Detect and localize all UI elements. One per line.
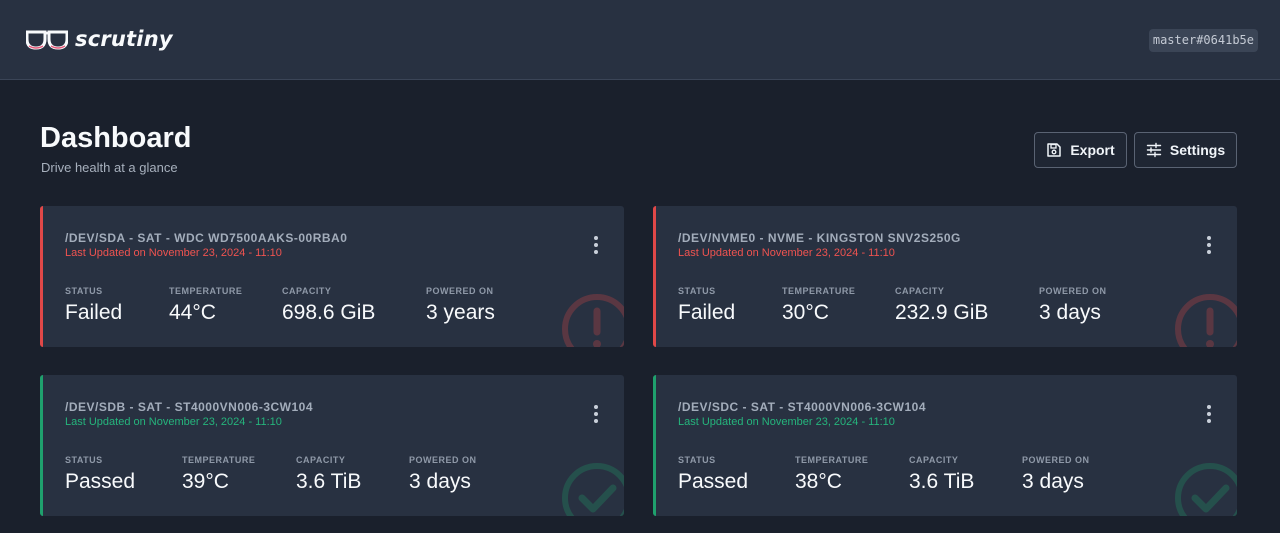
powered-on-value: 3 years <box>426 301 495 324</box>
logo[interactable]: scrutiny <box>26 26 173 54</box>
stat-label: POWERED ON <box>409 455 477 465</box>
alert-circle-icon <box>1175 294 1237 347</box>
drive-title[interactable]: /DEV/SDC - SAT - ST4000VN006-3CW104 <box>678 400 926 414</box>
stat-label: TEMPERATURE <box>169 286 243 296</box>
settings-button-label: Settings <box>1169 142 1226 158</box>
top-bar: scrutiny master#0641b5e <box>0 0 1280 80</box>
capacity-value: 698.6 GiB <box>282 301 376 324</box>
stat-temperature: TEMPERATURE 39°C <box>182 455 255 494</box>
stat-temperature: TEMPERATURE 44°C <box>169 286 242 325</box>
status-stripe <box>40 206 43 347</box>
status-stripe <box>653 375 656 516</box>
last-updated: Last Updated on November 23, 2024 - 11:1… <box>678 247 895 259</box>
drive-title[interactable]: /DEV/SDA - SAT - WDC WD7500AAKS-00RBA0 <box>65 231 347 245</box>
page-subtitle: Drive health at a glance <box>41 160 178 175</box>
powered-on-value: 3 days <box>1039 301 1101 324</box>
more-options-icon[interactable] <box>590 236 602 254</box>
stat-capacity: CAPACITY 3.6 TiB <box>909 455 974 494</box>
stat-label: CAPACITY <box>282 286 332 296</box>
stat-capacity: CAPACITY 232.9 GiB <box>895 286 988 325</box>
stat-label: POWERED ON <box>426 286 494 296</box>
status-stripe <box>653 206 656 347</box>
drive-card[interactable]: /DEV/SDC - SAT - ST4000VN006-3CW104 Last… <box>653 375 1237 516</box>
last-updated: Last Updated on November 23, 2024 - 11:1… <box>65 416 282 428</box>
stat-capacity: CAPACITY 698.6 GiB <box>282 286 375 325</box>
capacity-value: 232.9 GiB <box>895 301 989 324</box>
stat-label: STATUS <box>678 455 716 465</box>
check-circle-icon <box>562 463 624 516</box>
last-updated: Last Updated on November 23, 2024 - 11:1… <box>678 416 895 428</box>
drive-card[interactable]: /DEV/NVME0 - NVME - KINGSTON SNV2S250G L… <box>653 206 1237 347</box>
more-options-icon[interactable] <box>590 405 602 423</box>
temperature-value: 44°C <box>169 301 216 324</box>
sliders-icon <box>1146 142 1162 158</box>
last-updated: Last Updated on November 23, 2024 - 11:1… <box>65 247 282 259</box>
capacity-value: 3.6 TiB <box>909 470 975 493</box>
stat-powered-on: POWERED ON 3 years <box>426 286 495 325</box>
powered-on-value: 3 days <box>409 470 471 493</box>
drive-card[interactable]: /DEV/SDA - SAT - WDC WD7500AAKS-00RBA0 L… <box>40 206 624 347</box>
stat-label: TEMPERATURE <box>795 455 869 465</box>
export-button[interactable]: Export <box>1034 132 1127 168</box>
more-options-icon[interactable] <box>1203 236 1215 254</box>
stat-powered-on: POWERED ON 3 days <box>409 455 477 494</box>
temperature-value: 38°C <box>795 470 842 493</box>
stat-status: STATUS Failed <box>678 286 735 325</box>
stat-label: STATUS <box>678 286 716 296</box>
powered-on-value: 3 days <box>1022 470 1084 493</box>
stat-capacity: CAPACITY 3.6 TiB <box>296 455 361 494</box>
stat-label: STATUS <box>65 286 103 296</box>
settings-button[interactable]: Settings <box>1134 132 1237 168</box>
drive-title[interactable]: /DEV/SDB - SAT - ST4000VN006-3CW104 <box>65 400 313 414</box>
export-button-label: Export <box>1070 142 1115 158</box>
status-stripe <box>40 375 43 516</box>
stat-label: POWERED ON <box>1039 286 1107 296</box>
drive-card[interactable]: /DEV/SDB - SAT - ST4000VN006-3CW104 Last… <box>40 375 624 516</box>
stat-temperature: TEMPERATURE 38°C <box>795 455 868 494</box>
temperature-value: 30°C <box>782 301 829 324</box>
status-value: Failed <box>65 301 123 324</box>
stat-status: STATUS Passed <box>65 455 135 494</box>
stat-temperature: TEMPERATURE 30°C <box>782 286 855 325</box>
stat-status: STATUS Failed <box>65 286 122 325</box>
stat-label: TEMPERATURE <box>782 286 856 296</box>
page-title: Dashboard <box>40 122 192 154</box>
stat-label: CAPACITY <box>296 455 346 465</box>
stat-label: CAPACITY <box>909 455 959 465</box>
stat-status: STATUS Passed <box>678 455 748 494</box>
stat-powered-on: POWERED ON 3 days <box>1039 286 1107 325</box>
stat-powered-on: POWERED ON 3 days <box>1022 455 1090 494</box>
alert-circle-icon <box>562 294 624 347</box>
glasses-icon <box>26 30 68 50</box>
drive-title[interactable]: /DEV/NVME0 - NVME - KINGSTON SNV2S250G <box>678 231 961 245</box>
stat-label: STATUS <box>65 455 103 465</box>
stat-label: POWERED ON <box>1022 455 1090 465</box>
save-icon <box>1047 143 1062 157</box>
stat-label: TEMPERATURE <box>182 455 256 465</box>
temperature-value: 39°C <box>182 470 229 493</box>
status-value: Failed <box>678 301 736 324</box>
version-badge: master#0641b5e <box>1148 29 1258 52</box>
check-circle-icon <box>1175 463 1237 516</box>
capacity-value: 3.6 TiB <box>296 470 362 493</box>
more-options-icon[interactable] <box>1203 405 1215 423</box>
status-value: Passed <box>65 470 136 493</box>
stat-label: CAPACITY <box>895 286 945 296</box>
app-name: scrutiny <box>75 26 173 51</box>
status-value: Passed <box>678 470 749 493</box>
